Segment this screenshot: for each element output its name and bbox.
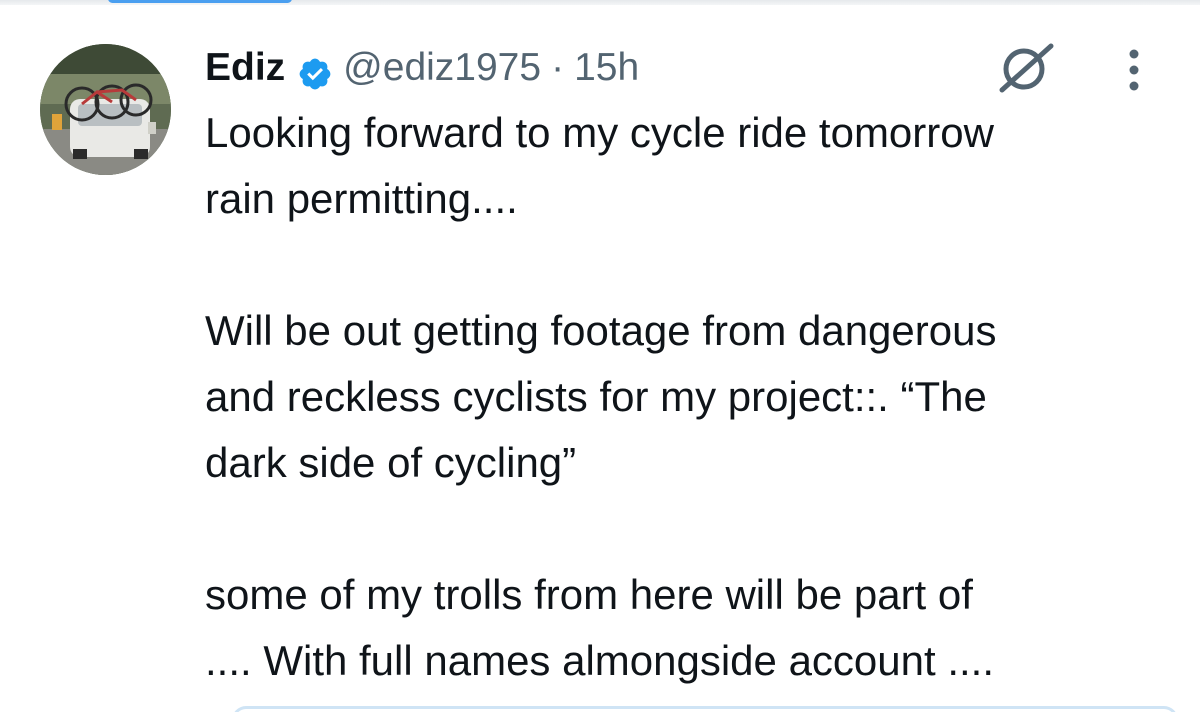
author-handle[interactable]: @ediz1975 bbox=[343, 38, 541, 98]
tweet-text-line: .... With full names almongside account … bbox=[205, 637, 995, 684]
tweet-text-line: some of my trolls from here will be part… bbox=[205, 571, 973, 618]
tweet-text-line: Looking forward to my cycle ride tomorro… bbox=[205, 109, 994, 156]
tweet-text-line: Will be out getting footage from dangero… bbox=[205, 307, 997, 354]
separator-dot: · bbox=[551, 46, 565, 89]
verified-badge-icon[interactable] bbox=[297, 50, 333, 90]
author-display-name[interactable]: Ediz bbox=[205, 38, 285, 98]
tweet-screenshot: Ediz @ediz1975 · 15h Looking forward to … bbox=[0, 0, 1200, 712]
more-vertical-icon[interactable] bbox=[1116, 44, 1152, 96]
tweet-header: Ediz @ediz1975 · 15h bbox=[205, 38, 639, 98]
tweet-text: Looking forward to my cycle ride tomorro… bbox=[205, 100, 1180, 694]
avatar[interactable] bbox=[40, 44, 171, 175]
tweet-text-line: rain permitting.... bbox=[205, 175, 518, 222]
tweet-text-line: dark side of cycling” bbox=[205, 439, 577, 486]
grok-icon[interactable] bbox=[996, 40, 1056, 96]
tweet-timestamp[interactable]: 15h bbox=[574, 38, 639, 98]
media-card-edge bbox=[232, 706, 1178, 712]
avatar-photo bbox=[40, 44, 171, 175]
tweet-text-line: and reckless cyclists for my project::. … bbox=[205, 373, 987, 420]
top-tab-indicator bbox=[108, 0, 292, 3]
